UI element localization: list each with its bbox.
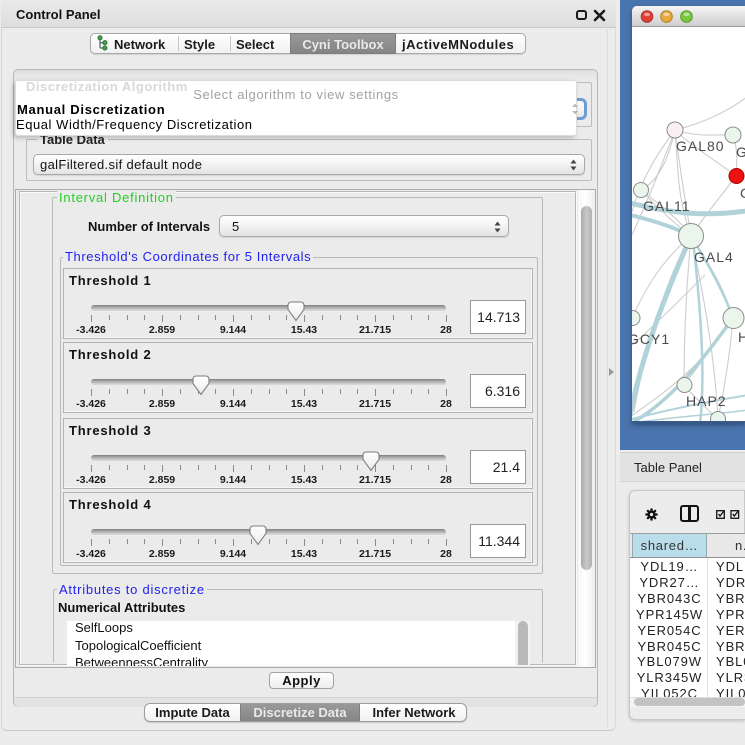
svg-text:GAL4: GAL4 — [694, 249, 734, 265]
svg-text:GCY1: GCY1 — [632, 331, 670, 347]
svg-text:HA: HA — [738, 329, 745, 345]
svg-text:GAL80: GAL80 — [676, 138, 725, 154]
svg-text:C: C — [740, 185, 745, 201]
svg-text:GAL11: GAL11 — [643, 198, 691, 214]
svg-text:GA: GA — [736, 144, 745, 160]
svg-text:HAP2: HAP2 — [686, 393, 727, 409]
